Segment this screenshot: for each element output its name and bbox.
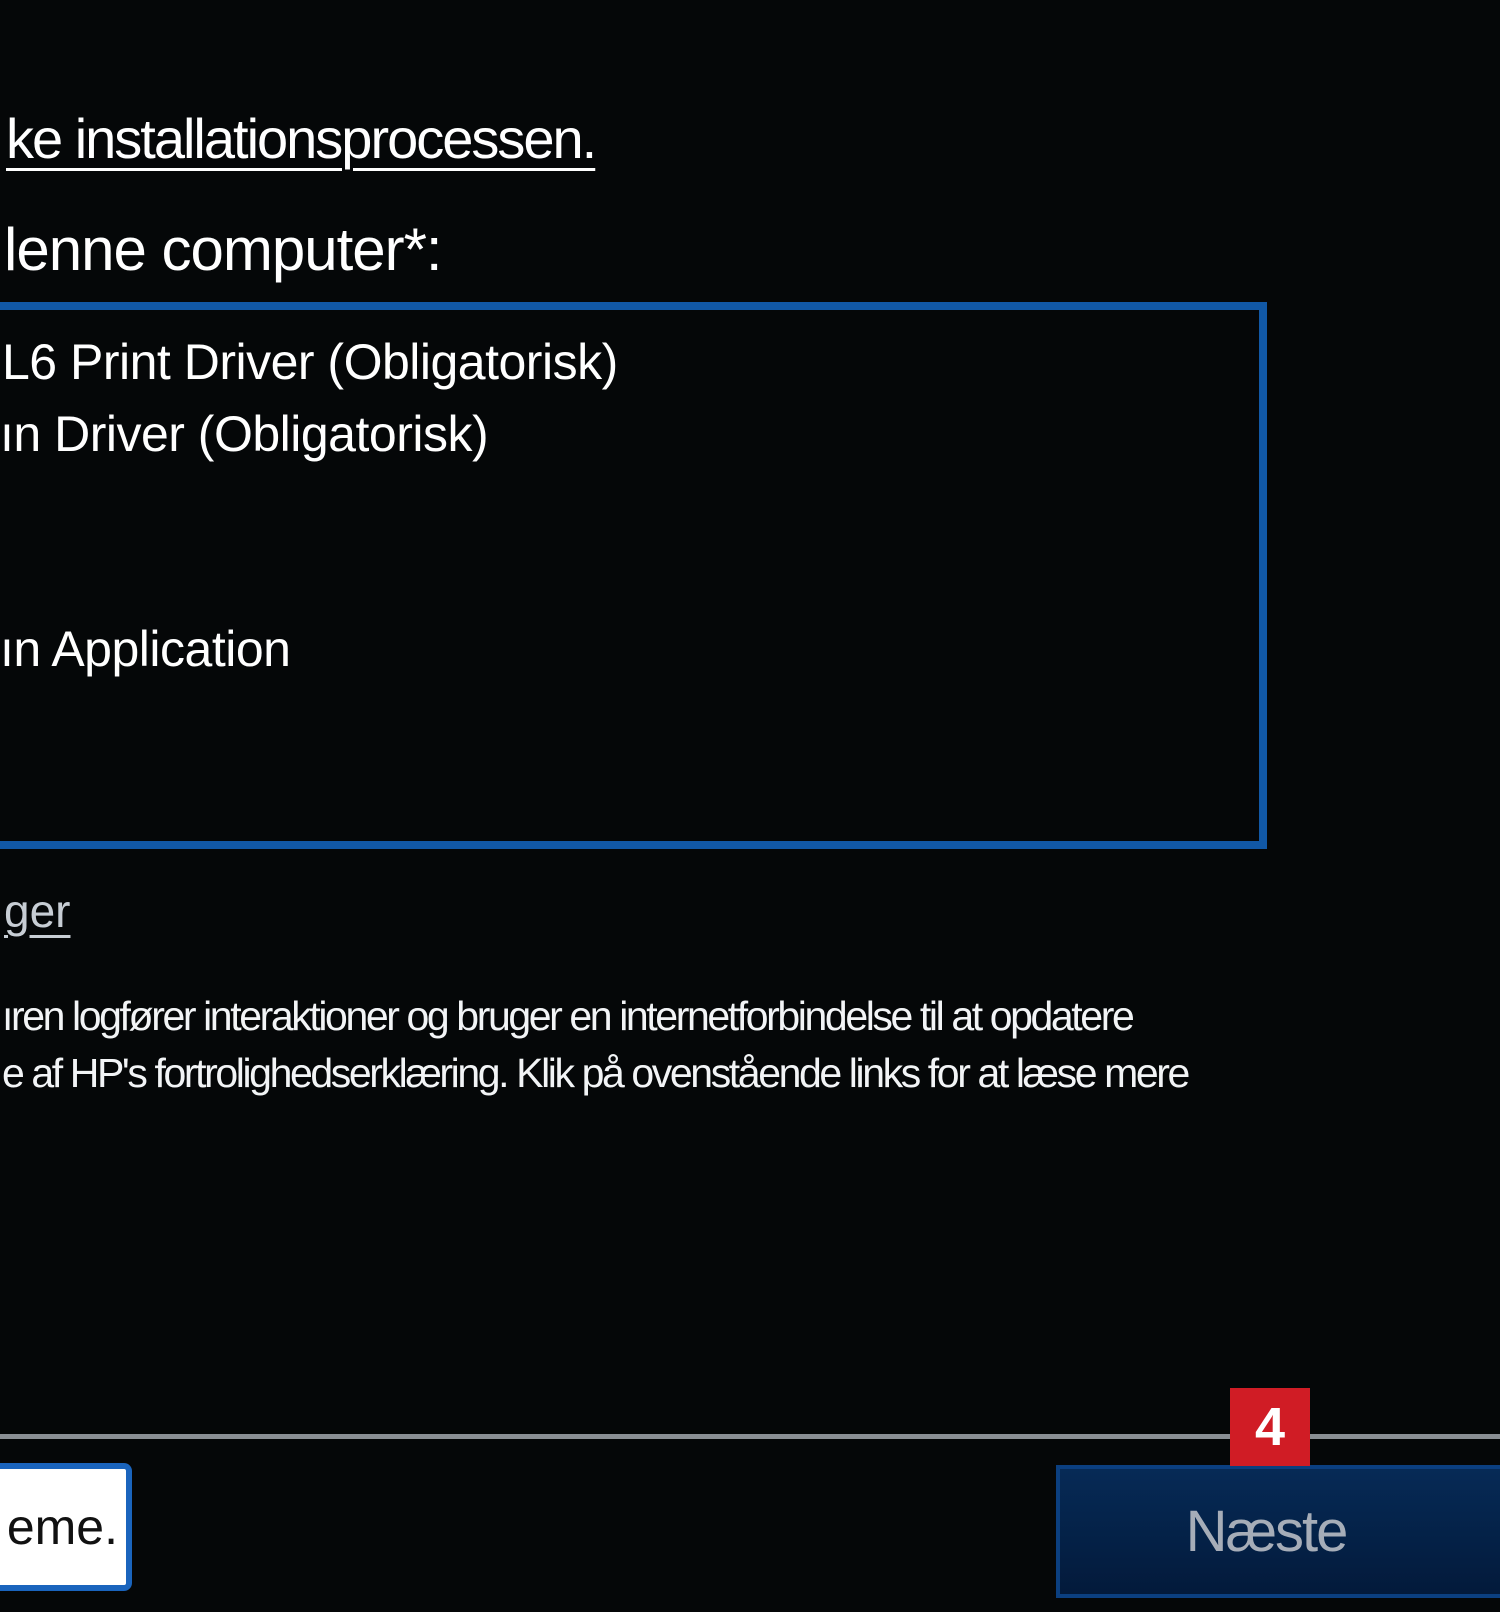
privacy-notice: ıren logfører interaktioner og bruger en… — [2, 988, 1492, 1102]
driver-item-scan-application[interactable]: ın Application — [0, 620, 291, 678]
left-footer-button-label: eme. — [6, 1499, 118, 1555]
section-heading: lenne computer*: — [4, 216, 443, 283]
settings-link[interactable]: ger — [4, 884, 70, 938]
left-footer-button[interactable]: eme. — [0, 1463, 132, 1591]
privacy-line: e af HP's fortrolighedserklæring. Klik p… — [2, 1050, 1190, 1096]
installer-window: ke installationsprocessen. lenne compute… — [0, 0, 1500, 1612]
privacy-line: ıren logfører interaktioner og bruger en… — [2, 993, 1135, 1039]
installation-process-link[interactable]: ke installationsprocessen. — [6, 106, 597, 171]
next-button-label: Næste — [1185, 1499, 1349, 1564]
driver-item-print-driver[interactable]: L6 Print Driver (Obligatorisk) — [2, 333, 618, 391]
step-number-badge: 4 — [1230, 1388, 1310, 1466]
driver-item-scan-driver[interactable]: ın Driver (Obligatorisk) — [0, 405, 489, 463]
next-button[interactable]: Næste — [1056, 1465, 1500, 1598]
